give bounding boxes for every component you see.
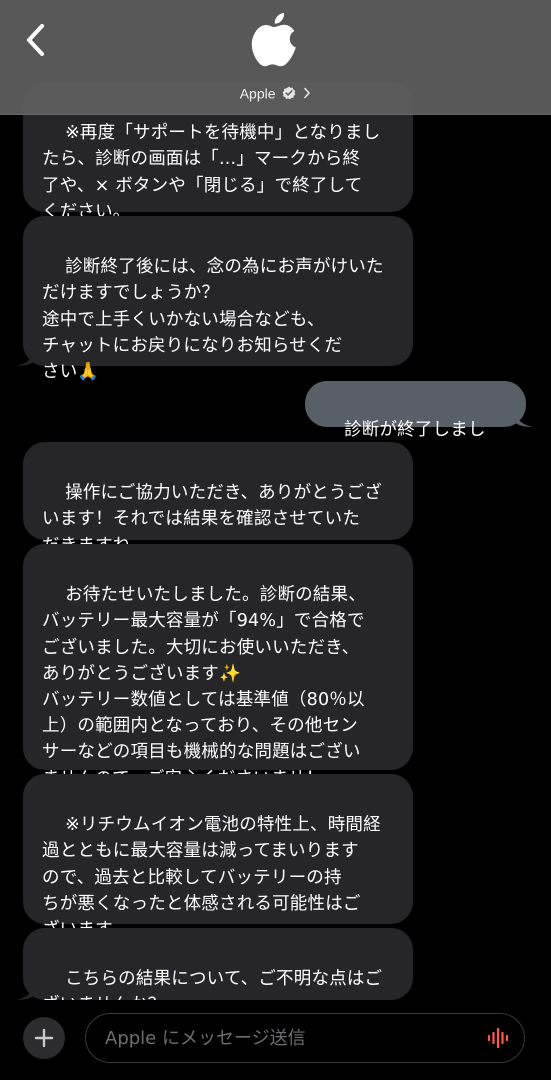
apple-logo-icon[interactable] [246,10,302,72]
audio-waveform-icon[interactable] [486,1026,510,1050]
plus-icon [34,1028,54,1048]
add-attachment-button[interactable] [23,1017,65,1059]
message-bubble-incoming: 操作にご協力いただき、ありがとうござ います！それでは結果を確認させていた だき… [23,442,413,556]
chevron-left-icon [27,24,44,56]
message-input-container[interactable] [85,1013,525,1063]
message-bubble-incoming: ※リチウムイオン電池の特性上、時間経 過とともに最大容量は減ってまいります ので… [23,774,413,940]
message-list[interactable]: ※再度「サポートを待機中」となりまし たら、診断の画面は「...」マークから終 … [0,0,551,1015]
conversation-header: Apple [0,0,551,115]
contact-name: Apple [239,85,276,102]
chevron-right-icon [304,87,311,99]
message-text: ※リチウムイオン電池の特性上、時間経 過とともに最大容量は減ってまいります ので… [42,815,381,940]
composer-bar [0,1000,551,1080]
verified-badge-icon [282,86,296,100]
contact-name-row[interactable]: Apple [0,83,551,102]
message-bubble-incoming: 診断終了後には、念の為にお声がけいた だけますでしょうか？ 途中で上手くいかない… [16,216,413,382]
message-bubble-incoming: こちらの結果について、ご不明な点はご ざいませんか？ [16,928,413,1015]
message-input[interactable] [103,1014,477,1063]
back-button[interactable] [16,18,56,62]
message-text: ※再度「サポートを待機中」となりまし たら、診断の画面は「...」マークから終 … [42,123,381,222]
bubble-tail [513,407,533,427]
bubble-tail [16,346,36,366]
message-text: お待たせいたしました。診断の結果、 バッテリー最大容量が「94%」で合格で ござ… [42,585,366,788]
message-text: 診断終了後には、念の為にお声がけいた だけますでしょうか？ 途中で上手くいかない… [42,257,384,383]
message-bubble-incoming: お待たせいたしました。診断の結果、 バッテリー最大容量が「94%」で合格で ござ… [23,544,413,789]
bubble-tail [16,980,36,1000]
message-bubble-outgoing: 診断が終了しました。 [305,381,533,466]
